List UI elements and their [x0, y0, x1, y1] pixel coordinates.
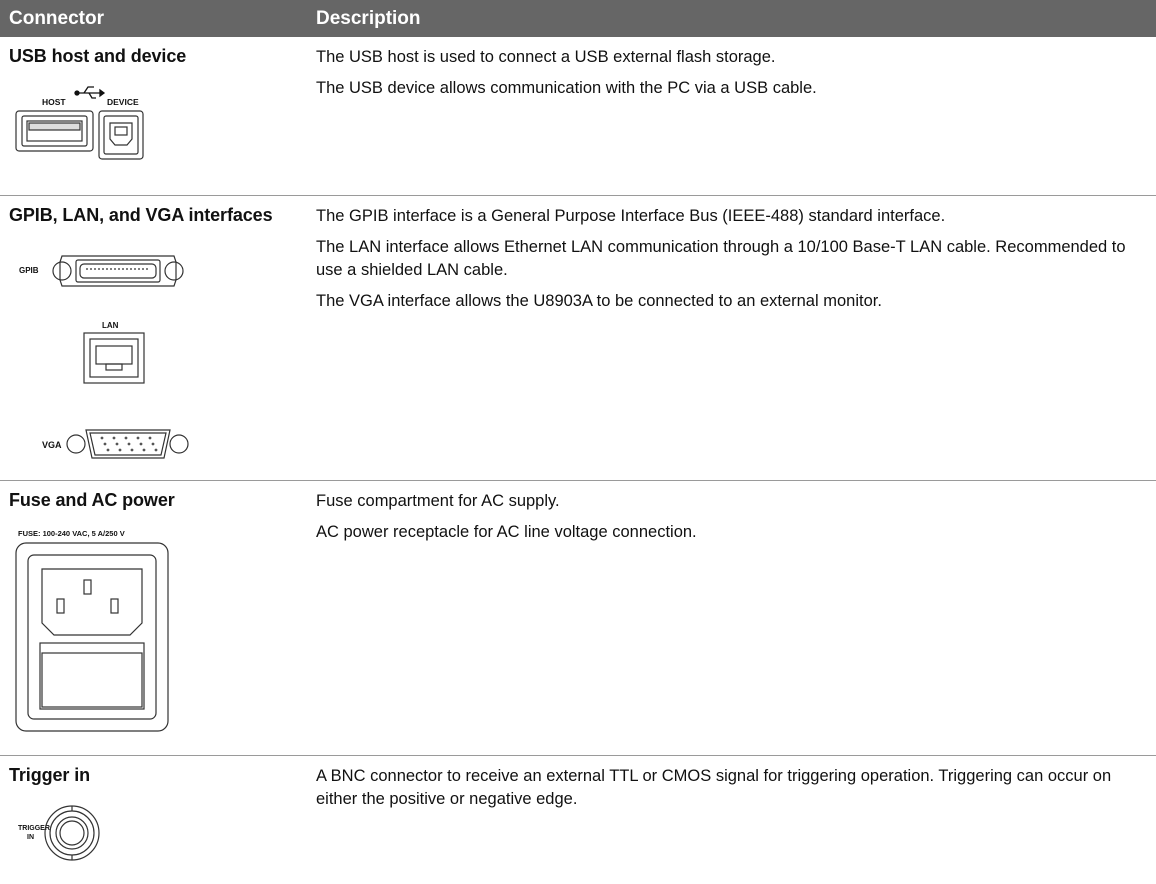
connector-description: A BNC connector to receive an external T…	[316, 765, 1144, 811]
header-description: Description	[316, 7, 421, 29]
ac-power-receptacle-icon	[15, 542, 169, 732]
header-connector: Connector	[9, 7, 104, 29]
description-line: AC power receptacle for AC line voltage …	[316, 523, 697, 541]
description-line: The GPIB interface is a General Purpose …	[316, 207, 946, 225]
vga-label: VGA	[42, 440, 62, 450]
description-line: The USB host is used to connect a USB ex…	[316, 48, 776, 66]
connector-name: Trigger in	[9, 765, 91, 785]
table-row-power: Fuse and AC power Fuse compartment for A…	[0, 481, 1156, 756]
table-row-usb: USB host and device The USB host is used…	[0, 37, 1156, 196]
fuse-label: FUSE: 100-240 VAC, 5 A/250 V	[18, 529, 125, 538]
vga-port-icon	[66, 429, 189, 459]
connector-name: GPIB, LAN, and VGA interfaces	[9, 205, 273, 225]
trigger-in-image: TRIGGER IN	[14, 802, 104, 872]
usb-host-label: HOST	[42, 97, 66, 107]
connector-table: Connector Description USB host and devic…	[0, 0, 1156, 884]
fuse-ac-image: FUSE: 100-240 VAC, 5 A/250 V	[14, 527, 184, 742]
table-header: Connector Description	[0, 0, 1156, 37]
usb-connector-image: HOST DEVICE	[14, 83, 154, 163]
usb-symbol-icon	[74, 86, 106, 99]
connector-name: USB host and device	[9, 46, 187, 66]
lan-label: LAN	[102, 321, 119, 330]
usb-host-port-icon	[15, 110, 94, 152]
description-line: The VGA interface allows the U8903A to b…	[316, 292, 882, 310]
gpib-port-icon	[52, 255, 184, 287]
usb-device-port-icon	[98, 110, 144, 160]
description-line: The USB device allows communication with…	[316, 79, 817, 97]
gpib-lan-vga-image: GPIB LAN VGA	[14, 242, 214, 472]
connector-description: The USB host is used to connect a USB ex…	[316, 46, 1144, 108]
table-row-trigger: Trigger in A BNC connector to receive an…	[0, 756, 1156, 884]
connector-description: Fuse compartment for AC supply. AC power…	[316, 490, 1144, 552]
table-row-interfaces: GPIB, LAN, and VGA interfaces The GPIB i…	[0, 196, 1156, 481]
lan-port-icon	[83, 332, 145, 384]
usb-device-label: DEVICE	[107, 97, 139, 107]
trigger-label-line2: IN	[27, 834, 34, 841]
connector-description: The GPIB interface is a General Purpose …	[316, 205, 1144, 321]
bnc-connector-icon	[44, 805, 100, 861]
description-line: A BNC connector to receive an external T…	[316, 767, 1112, 808]
description-line: The LAN interface allows Ethernet LAN co…	[316, 238, 1126, 279]
description-line: Fuse compartment for AC supply.	[316, 492, 560, 510]
gpib-label: GPIB	[19, 266, 39, 275]
connector-name: Fuse and AC power	[9, 490, 175, 510]
